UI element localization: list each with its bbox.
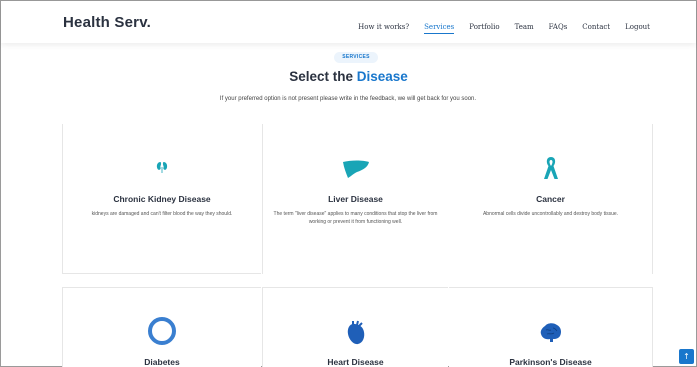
disease-card-diabetes[interactable]: Diabetes [62, 287, 261, 367]
disease-card-parkinsons[interactable]: Parkinson's Disease [449, 287, 653, 367]
section-subtitle: If your preferred option is not present … [219, 96, 477, 102]
card-title: Diabetes [144, 357, 180, 367]
disease-card-cancer[interactable]: Cancer Abnormal cells divide uncontrolla… [449, 124, 653, 274]
main-nav: How it works? Services Portfolio Team FA… [343, 23, 650, 34]
top-navbar: Health Serv. How it works? Services Port… [1, 1, 696, 43]
heading-prefix: Select the [289, 69, 353, 84]
section-tag: SERVICES [334, 52, 378, 63]
nav-logout[interactable]: Logout [625, 23, 650, 31]
card-description: The term "liver disease" applies to many… [273, 211, 438, 225]
card-title: Parkinson's Disease [509, 357, 592, 367]
page-title: Select the Disease [0, 69, 697, 84]
liver-icon [341, 159, 371, 183]
disease-card-kidney[interactable]: Chronic Kidney Disease kidneys are damag… [62, 124, 261, 274]
brain-icon [539, 322, 563, 348]
heart-icon [344, 320, 368, 350]
kidney-icon [155, 159, 169, 178]
card-title: Cancer [536, 194, 565, 204]
card-title: Heart Disease [327, 357, 384, 367]
card-title: Chronic Kidney Disease [113, 194, 211, 204]
disease-card-liver[interactable]: Liver Disease The term "liver disease" a… [262, 124, 448, 274]
card-title: Liver Disease [328, 194, 383, 204]
card-description: kidneys are damaged and can't filter blo… [91, 211, 233, 217]
nav-faqs[interactable]: FAQs [549, 23, 568, 31]
site-logo[interactable]: Health Serv. [63, 14, 151, 31]
nav-team[interactable]: Team [515, 23, 534, 31]
nav-services[interactable]: Services [424, 23, 455, 34]
nav-portfolio[interactable]: Portfolio [469, 23, 499, 31]
nav-contact[interactable]: Contact [582, 23, 610, 31]
disease-card-heart[interactable]: Heart Disease [262, 287, 448, 367]
ring-icon [147, 316, 177, 350]
heading-accent: Disease [356, 69, 408, 84]
ribbon-icon [542, 155, 560, 185]
card-description: Abnormal cells divide uncontrollably and… [482, 211, 619, 217]
arrow-up-icon: ↑ [683, 352, 690, 361]
nav-how-it-works[interactable]: How it works? [358, 23, 409, 31]
back-to-top-button[interactable]: ↑ [679, 349, 694, 364]
